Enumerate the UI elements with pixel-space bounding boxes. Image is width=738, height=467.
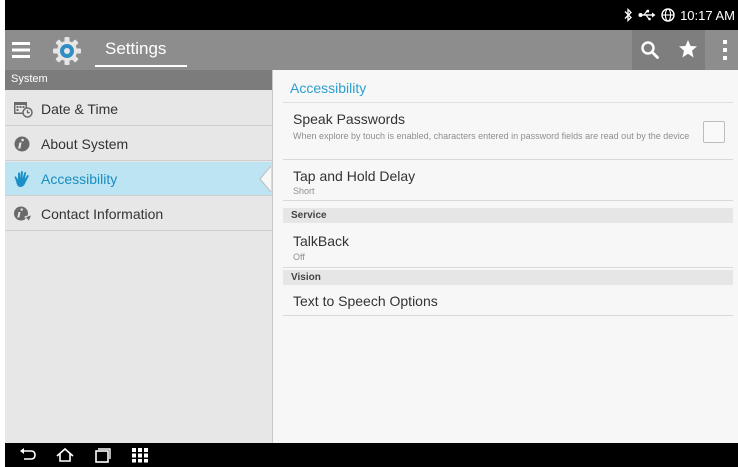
setting-title: Speak Passwords bbox=[293, 111, 406, 127]
setting-title: Text to Speech Options bbox=[293, 293, 438, 309]
section-header-vision: Vision bbox=[283, 270, 733, 285]
selection-pointer bbox=[259, 166, 271, 192]
sidebar-header-label: System bbox=[11, 73, 48, 85]
status-clock: 10:17 AM bbox=[680, 7, 735, 23]
more-vert-icon[interactable] bbox=[721, 38, 729, 62]
title-underline bbox=[95, 65, 187, 67]
usb-icon bbox=[638, 9, 656, 21]
star-icon[interactable] bbox=[678, 39, 698, 59]
section-label: Service bbox=[291, 210, 327, 221]
sidebar-item-date-time[interactable]: Date & Time bbox=[5, 92, 272, 126]
setting-value: Off bbox=[293, 252, 305, 262]
back-icon[interactable] bbox=[18, 447, 38, 463]
sidebar-item-about-system[interactable]: About System bbox=[5, 127, 272, 161]
sidebar-header: System bbox=[5, 70, 272, 90]
setting-row-talkback[interactable]: TalkBack Off bbox=[283, 223, 733, 268]
action-bar-title: Settings bbox=[105, 39, 167, 58]
calendar-clock-icon bbox=[14, 102, 33, 118]
recent-apps-icon[interactable] bbox=[92, 447, 112, 463]
sidebar-item-label: About System bbox=[41, 136, 129, 152]
setting-row-speak-passwords[interactable]: Speak Passwords When explore by touch is… bbox=[283, 103, 733, 160]
navigation-bar bbox=[5, 443, 738, 467]
setting-title: TalkBack bbox=[293, 233, 350, 249]
setting-value: Short bbox=[293, 186, 315, 196]
sidebar-item-accessibility[interactable]: Accessibility bbox=[5, 162, 272, 196]
pane-title: Accessibility bbox=[290, 80, 367, 96]
bluetooth-icon bbox=[624, 8, 632, 22]
sidebar-item-label: Date & Time bbox=[41, 101, 119, 117]
setting-row-tap-and-hold-delay[interactable]: Tap and Hold Delay Short bbox=[283, 160, 733, 201]
menu-icon[interactable] bbox=[10, 40, 32, 60]
setting-row-text-to-speech-options[interactable]: Text to Speech Options bbox=[283, 285, 733, 316]
status-icons: 10:17 AM bbox=[623, 6, 735, 24]
section-header-service: Service bbox=[283, 208, 733, 223]
home-icon[interactable] bbox=[55, 447, 75, 463]
settings-gear-icon[interactable] bbox=[51, 35, 83, 67]
info-icon bbox=[14, 136, 30, 152]
sidebar-item-contact-information[interactable]: Contact Information bbox=[5, 197, 272, 231]
sidebar-item-label: Contact Information bbox=[41, 206, 164, 222]
globe-icon bbox=[661, 8, 675, 22]
settings-screen: 10:17 AM Settings System Date & Time Abo… bbox=[0, 0, 738, 467]
setting-title: Tap and Hold Delay bbox=[293, 168, 416, 184]
section-label: Vision bbox=[291, 272, 321, 283]
contact-info-icon bbox=[14, 206, 33, 223]
setting-description: When explore by touch is enabled, charac… bbox=[293, 131, 690, 141]
hand-icon bbox=[14, 171, 29, 187]
speak-passwords-checkbox[interactable] bbox=[703, 121, 725, 143]
search-icon[interactable] bbox=[640, 40, 660, 60]
accessibility-pane: Accessibility Speak Passwords When explo… bbox=[272, 70, 738, 443]
action-bar: Settings bbox=[5, 30, 738, 70]
status-bar: 10:17 AM bbox=[5, 0, 738, 30]
settings-sidebar: System Date & Time About System Accessib… bbox=[5, 70, 272, 443]
sidebar-item-label: Accessibility bbox=[41, 171, 118, 187]
apps-grid-icon[interactable] bbox=[130, 447, 150, 463]
